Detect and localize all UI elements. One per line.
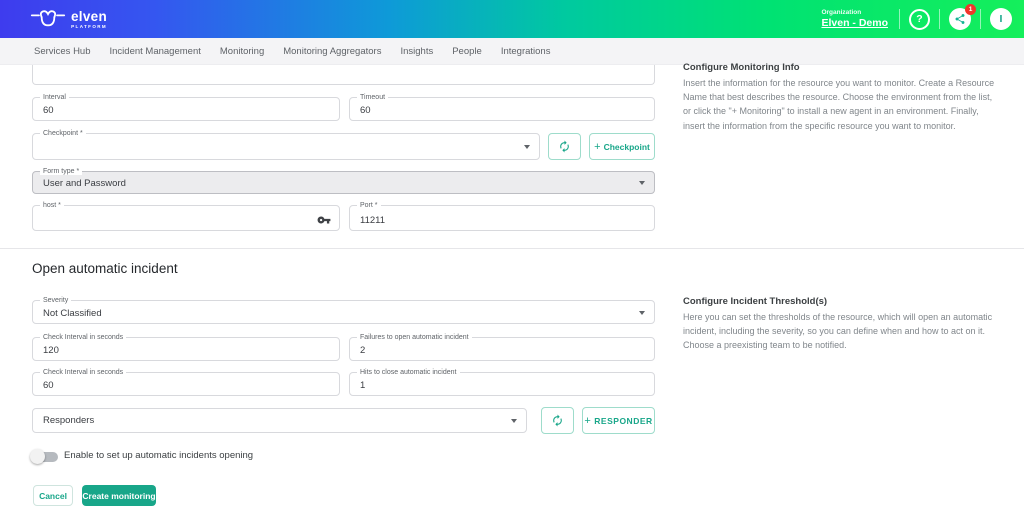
header-divider xyxy=(899,9,900,29)
incident-section-title: Open automatic incident xyxy=(32,261,178,276)
nav-item-insights[interactable]: Insights xyxy=(400,46,433,57)
cancel-label: Cancel xyxy=(39,490,67,501)
check-interval-open-label: Check Interval in seconds xyxy=(40,333,127,341)
help-threshold-body: Here you can set the thresholds of the r… xyxy=(683,312,993,351)
accounts-button[interactable]: 1 xyxy=(949,4,976,30)
port-label: Port * xyxy=(357,201,381,209)
timeout-value: 60 xyxy=(360,105,371,116)
brand-subtitle: PLATFORM xyxy=(71,23,108,29)
toggle-knob[interactable] xyxy=(30,449,45,464)
interval-label: Interval xyxy=(40,93,69,101)
create-monitoring-label: Create monitoring xyxy=(82,490,156,501)
chevron-down-icon xyxy=(524,145,530,149)
check-interval-close-field[interactable]: Check Interval in seconds 60 xyxy=(32,368,340,396)
hits-close-value: 1 xyxy=(360,380,366,391)
nav-item-monitoring-aggregators[interactable]: Monitoring Aggregators xyxy=(283,46,381,57)
chevron-down-icon xyxy=(511,419,517,423)
port-value: 11211 xyxy=(360,215,386,226)
share-network-icon xyxy=(954,13,966,25)
checkpoint-select[interactable]: Checkpoint * xyxy=(32,129,540,160)
failures-open-label: Failures to open automatic incident xyxy=(357,333,472,341)
add-responder-label: RESPONDER xyxy=(594,415,653,426)
toggle-label: Enable to set up automatic incidents ope… xyxy=(64,450,254,461)
header-divider xyxy=(939,9,940,29)
create-monitoring-button[interactable]: Create monitoring xyxy=(82,485,156,506)
nav-item-monitoring[interactable]: Monitoring xyxy=(220,46,264,57)
check-interval-close-label: Check Interval in seconds xyxy=(40,368,127,376)
header-divider xyxy=(980,9,981,29)
refresh-icon xyxy=(551,414,564,427)
nav-item-incident-management[interactable]: Incident Management xyxy=(110,46,201,57)
responders-value: Responders xyxy=(43,415,95,426)
add-checkpoint-label: Checkpoint xyxy=(603,141,650,152)
app-header: elven PLATFORM Organization Elven - Demo… xyxy=(0,0,1024,38)
notification-badge: 1 xyxy=(965,4,976,15)
clipped-field[interactable] xyxy=(32,65,655,85)
timeout-field[interactable]: Timeout 60 xyxy=(349,93,655,121)
cancel-button[interactable]: Cancel xyxy=(33,485,73,506)
brand-logo: elven PLATFORM xyxy=(30,8,107,30)
severity-select[interactable]: Severity Not Classified xyxy=(32,296,655,324)
help-monitoring-title: Configure Monitoring Info xyxy=(683,62,800,73)
host-label: host * xyxy=(40,201,64,209)
timeout-label: Timeout xyxy=(357,93,389,101)
refresh-icon xyxy=(558,140,571,153)
check-interval-open-field[interactable]: Check Interval in seconds 120 xyxy=(32,333,340,361)
check-interval-open-value: 120 xyxy=(43,345,59,356)
section-divider xyxy=(0,248,1024,249)
main-nav: Services Hub Incident Management Monitor… xyxy=(0,38,1024,65)
interval-value: 60 xyxy=(43,105,54,116)
refresh-responders-button[interactable] xyxy=(541,407,574,434)
chevron-down-icon xyxy=(639,310,645,315)
check-interval-close-value: 60 xyxy=(43,380,54,391)
avatar-initial: I xyxy=(999,13,1003,25)
organization-label: Organization xyxy=(821,9,862,16)
tulip-logo-icon xyxy=(30,8,66,30)
failures-open-field[interactable]: Failures to open automatic incident 2 xyxy=(349,333,655,361)
help-button[interactable]: ? xyxy=(909,8,930,30)
key-icon xyxy=(317,213,331,227)
nav-item-integrations[interactable]: Integrations xyxy=(501,46,551,57)
organization-value: Elven - Demo xyxy=(821,17,888,29)
add-responder-button[interactable]: + RESPONDER xyxy=(582,407,655,434)
checkpoint-label: Checkpoint * xyxy=(40,129,86,137)
add-checkpoint-button[interactable]: + Checkpoint xyxy=(589,133,655,160)
severity-label: Severity xyxy=(40,296,72,304)
brand-name: elven xyxy=(71,8,108,24)
help-threshold-title: Configure Incident Threshold(s) xyxy=(683,296,828,307)
refresh-checkpoint-button[interactable] xyxy=(548,133,581,160)
form-type-label: Form type * xyxy=(40,167,83,175)
port-field[interactable]: Port * 11211 xyxy=(349,201,655,231)
failures-open-value: 2 xyxy=(360,345,366,356)
host-field[interactable]: host * xyxy=(32,201,340,231)
chevron-down-icon xyxy=(639,181,645,185)
interval-field[interactable]: Interval 60 xyxy=(32,93,340,121)
nav-item-people[interactable]: People xyxy=(452,46,482,57)
severity-value: Not Classified xyxy=(43,308,102,319)
form-type-select[interactable]: Form type * User and Password xyxy=(32,167,655,194)
hits-close-label: Hits to close automatic incident xyxy=(357,368,460,376)
hits-close-field[interactable]: Hits to close automatic incident 1 xyxy=(349,368,655,396)
organization-switcher[interactable]: Organization Elven - Demo xyxy=(821,9,888,29)
user-avatar[interactable]: I xyxy=(990,8,1012,30)
form-type-value: User and Password xyxy=(43,178,126,189)
nav-item-services-hub[interactable]: Services Hub xyxy=(34,46,91,57)
responders-select[interactable]: Responders xyxy=(32,408,527,433)
help-monitoring-body: Insert the information for the resource … xyxy=(683,78,995,131)
question-mark-icon: ? xyxy=(916,13,923,25)
